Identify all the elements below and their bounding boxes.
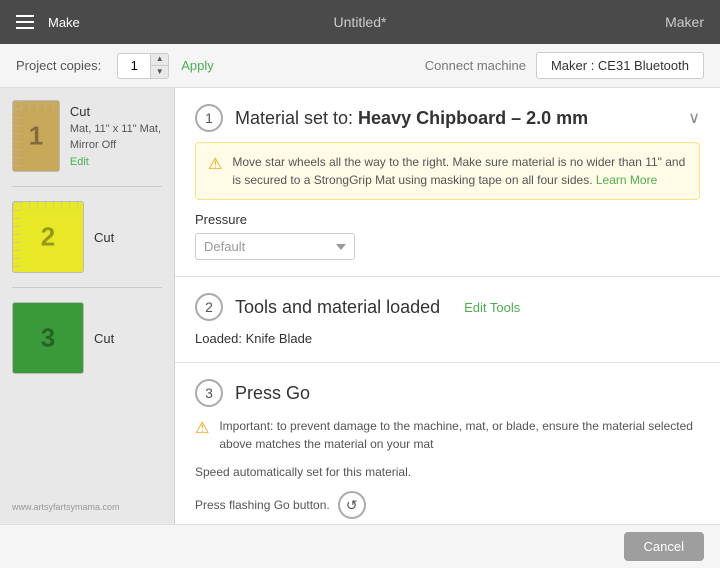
maker-label: Maker <box>665 14 704 30</box>
stepper-up[interactable]: ▲ <box>150 53 168 66</box>
step1-title: Material set to: Heavy Chipboard – 2.0 m… <box>235 108 588 129</box>
mat-item-3: 3 Cut <box>12 302 162 374</box>
step1-header: 1 Material set to: Heavy Chipboard – 2.0… <box>195 104 700 132</box>
mat-info-2: Cut <box>94 230 114 245</box>
step1-circle: 1 <box>195 104 223 132</box>
apply-button[interactable]: Apply <box>181 58 214 73</box>
mat-info-3: Cut <box>94 331 114 346</box>
app-name: Make <box>48 15 80 30</box>
warning-icon-3: ⚠ <box>195 418 209 438</box>
speed-text: Speed automatically set for this materia… <box>195 465 700 479</box>
top-bar: Make Untitled* Maker <box>0 0 720 44</box>
step1-number: 1 <box>205 110 213 126</box>
stepper-down[interactable]: ▼ <box>150 66 168 79</box>
mat-edit-link-1[interactable]: Edit <box>70 156 162 168</box>
step1-expand-icon[interactable]: ∨ <box>688 108 700 128</box>
main-layout: 1 Cut Mat, 11" x 11" Mat, Mirror Off Edi… <box>0 88 720 524</box>
step1-section: 1 Material set to: Heavy Chipboard – 2.0… <box>175 88 720 277</box>
top-bar-left: Make <box>16 15 80 30</box>
machine-button[interactable]: Maker : CE31 Bluetooth <box>536 52 704 79</box>
mat-detail-1: Mat, 11" x 11" Mat, Mirror Off <box>70 122 162 153</box>
mat-number-2: 2 <box>41 222 55 253</box>
step2-section: 2 Tools and material loaded Edit Tools L… <box>175 277 720 363</box>
mat-item-1: 1 Cut Mat, 11" x 11" Mat, Mirror Off Edi… <box>12 100 162 172</box>
warning-icon-1: ⚠ <box>208 154 222 174</box>
step1-warning-text: Move star wheels all the way to the righ… <box>232 153 687 189</box>
go-btn-icon: ↺ <box>338 491 366 519</box>
mat-thumbnail-3: 3 <box>12 302 84 374</box>
mat-number-1: 1 <box>29 121 43 152</box>
step1-title-prefix: Material set to: <box>235 108 358 128</box>
loaded-value: Knife Blade <box>246 331 313 346</box>
step2-header: 2 Tools and material loaded Edit Tools <box>195 293 700 321</box>
mat-cut-label-3: Cut <box>94 331 114 346</box>
step3-title: Press Go <box>235 383 310 404</box>
step2-loaded: Loaded: Knife Blade <box>195 331 700 346</box>
connect-machine-area: Connect machine Maker : CE31 Bluetooth <box>425 52 704 79</box>
pressure-section: Pressure Default <box>195 212 700 260</box>
step2-circle: 2 <box>195 293 223 321</box>
project-copies-label: Project copies: <box>16 58 101 73</box>
mat-item-2: 2 Cut <box>12 201 162 273</box>
learn-more-link[interactable]: Learn More <box>596 173 657 187</box>
pressure-label: Pressure <box>195 212 700 227</box>
mat-info-1: Cut Mat, 11" x 11" Mat, Mirror Off Edit <box>70 104 162 168</box>
document-title: Untitled* <box>334 14 387 30</box>
right-panel: 1 Material set to: Heavy Chipboard – 2.0… <box>175 88 720 524</box>
copies-stepper[interactable]: ▲ ▼ <box>117 53 169 79</box>
pressure-select[interactable]: Default <box>195 233 355 260</box>
mat-cut-label-1: Cut <box>70 104 162 119</box>
step1-title-material: Heavy Chipboard – 2.0 mm <box>358 108 588 128</box>
hamburger-icon[interactable] <box>16 15 34 29</box>
step2-number: 2 <box>205 299 213 315</box>
step3-section: 3 Press Go ⚠ Important: to prevent damag… <box>175 363 720 524</box>
go-button-line: Press flashing Go button. ↺ <box>195 491 700 519</box>
step3-number: 3 <box>205 385 213 401</box>
mat-thumbnail-2: 2 <box>12 201 84 273</box>
go-icon: ↺ <box>346 497 358 514</box>
cancel-button[interactable]: Cancel <box>624 532 704 561</box>
go-button-text: Press flashing Go button. <box>195 498 330 512</box>
copies-input[interactable] <box>118 54 150 78</box>
watermark: www.artsyfartsymama.com <box>12 494 162 512</box>
toolbar: Project copies: ▲ ▼ Apply Connect machin… <box>0 44 720 88</box>
stepper-arrows: ▲ ▼ <box>150 53 168 79</box>
edit-tools-link[interactable]: Edit Tools <box>464 300 520 315</box>
connect-machine-label: Connect machine <box>425 58 526 73</box>
mat-cut-label-2: Cut <box>94 230 114 245</box>
arrow-2 <box>175 287 178 327</box>
step3-warning: ⚠ Important: to prevent damage to the ma… <box>195 417 700 453</box>
mat-number-3: 3 <box>41 323 55 354</box>
step3-warning-text: Important: to prevent damage to the mach… <box>219 417 700 453</box>
arrow-1 <box>175 98 178 138</box>
step3-circle: 3 <box>195 379 223 407</box>
left-panel: 1 Cut Mat, 11" x 11" Mat, Mirror Off Edi… <box>0 88 175 524</box>
step2-title: Tools and material loaded <box>235 297 440 318</box>
loaded-label: Loaded: <box>195 331 242 346</box>
step1-warning-box: ⚠ Move star wheels all the way to the ri… <box>195 142 700 200</box>
step3-header: 3 Press Go <box>195 379 700 407</box>
mat-thumbnail-1: 1 <box>12 100 60 172</box>
bottom-bar: Cancel <box>0 524 720 568</box>
